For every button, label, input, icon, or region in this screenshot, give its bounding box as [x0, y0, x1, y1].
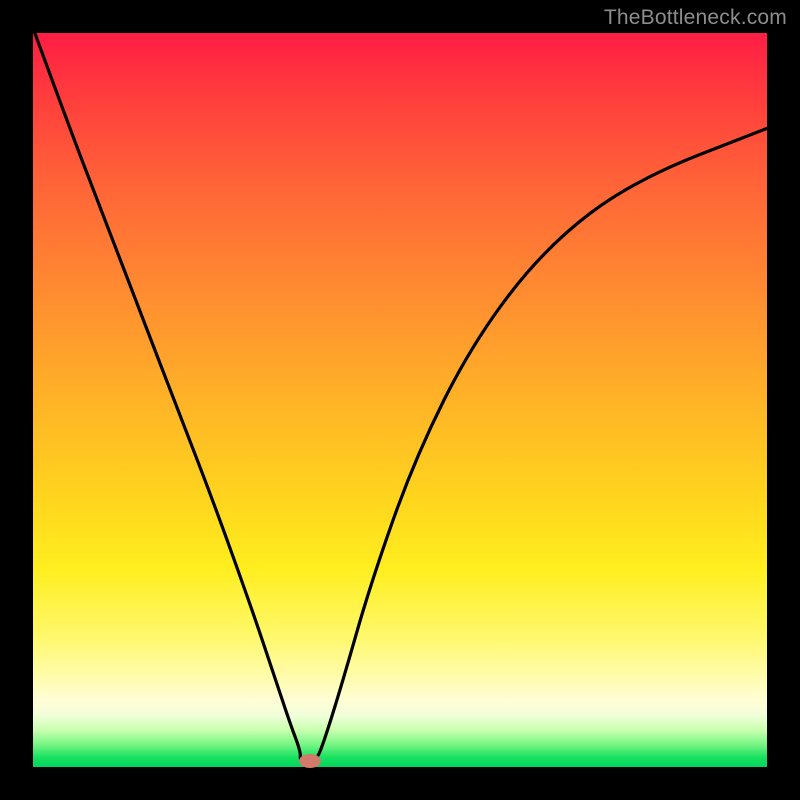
outer-frame: TheBottleneck.com [0, 0, 800, 800]
plot-area [33, 33, 767, 767]
watermark-label: TheBottleneck.com [604, 6, 787, 30]
bottleneck-curve [33, 33, 767, 761]
curve-svg [33, 33, 767, 767]
optimal-point-marker [299, 754, 321, 768]
